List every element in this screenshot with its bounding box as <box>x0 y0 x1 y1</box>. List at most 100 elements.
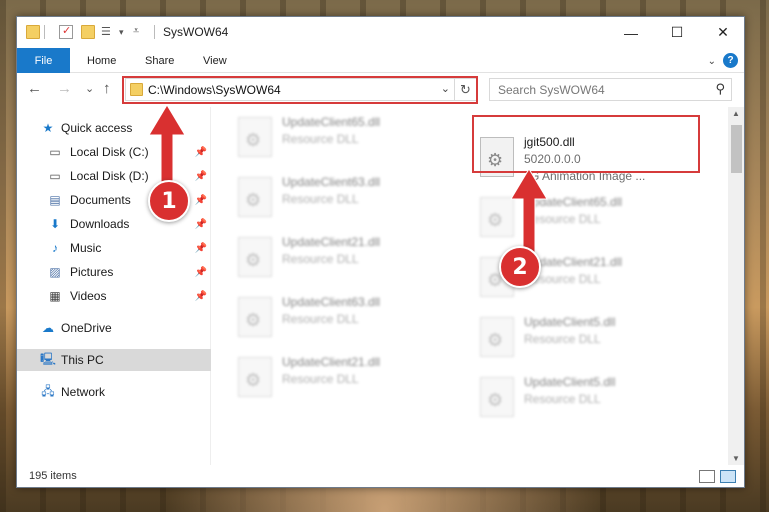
expand-ribbon-icon[interactable]: ⌄ <box>708 56 716 67</box>
tab-share[interactable]: Share <box>145 48 174 73</box>
pin-icon[interactable]: 📌 <box>195 147 207 158</box>
pin-icon[interactable]: 📌 <box>195 195 207 206</box>
sidebar-item-label: Videos <box>70 289 107 303</box>
dll-file-icon: ⚙ <box>238 357 272 397</box>
file-highlight-box <box>472 115 700 173</box>
picture-icon: ▨ <box>49 265 61 279</box>
vertical-scrollbar[interactable]: ▲ ▼ <box>728 107 744 465</box>
file-type: Resource DLL <box>282 372 359 386</box>
address-highlight-box <box>122 76 478 104</box>
sidebar-item-label: Local Disk (C:) <box>70 145 149 159</box>
pin-icon[interactable]: 📌 <box>195 171 207 182</box>
sidebar-item-label: Documents <box>70 193 131 207</box>
pin-icon[interactable]: 📌 <box>195 291 207 302</box>
file-name: UpdateClient63.dll <box>282 295 381 309</box>
file-name: UpdateClient21.dll <box>282 355 381 369</box>
maximize-button[interactable]: ☐ <box>654 17 700 48</box>
scroll-up-icon[interactable]: ▲ <box>732 109 740 118</box>
tab-home[interactable]: Home <box>87 48 116 73</box>
large-icons-view-icon[interactable] <box>720 470 736 483</box>
scroll-down-icon[interactable]: ▼ <box>732 454 740 463</box>
customize-toolbar-icon[interactable]: ☰ <box>101 25 115 39</box>
dll-file-icon: ⚙ <box>480 377 514 417</box>
file-type: Resource DLL <box>282 252 359 266</box>
tab-view[interactable]: View <box>203 48 227 73</box>
computer-icon: 🖳 <box>40 351 57 366</box>
file-type: Resource DLL <box>524 392 601 406</box>
sidebar-item-network[interactable]: 🖧 Network <box>17 381 211 403</box>
divider <box>154 25 155 39</box>
sidebar-item-label: Music <box>70 241 102 255</box>
sidebar-item-this-pc[interactable]: 🖳 This PC <box>17 349 211 371</box>
sidebar-item-label: Downloads <box>70 217 130 231</box>
sidebar-item-onedrive[interactable]: ☁ OneDrive <box>17 317 211 339</box>
pin-icon[interactable]: 📌 <box>195 267 207 278</box>
sidebar-item-label: Quick access <box>61 121 133 135</box>
star-icon: ★ <box>42 121 54 135</box>
file-type: Resource DLL <box>282 312 359 326</box>
list-item[interactable]: ⚙ UpdateClient5.dll Resource DLL <box>474 313 704 367</box>
sidebar-item-music[interactable]: ♪ Music 📌 <box>17 237 211 259</box>
title-bar: ✓ ☰ ▾ ⩡ SysWOW64 — ☐ ✕ <box>17 17 744 48</box>
sidebar-item-label: Local Disk (D:) <box>70 169 149 183</box>
help-icon[interactable]: ? <box>723 53 738 68</box>
folder-icon <box>26 25 40 39</box>
search-placeholder: Search SysWOW64 <box>498 83 605 97</box>
up-button[interactable]: ↑ <box>103 80 111 97</box>
list-item[interactable]: ⚙ UpdateClient65.dll Resource DLL <box>232 113 462 167</box>
tab-file[interactable]: File <box>17 48 70 73</box>
sidebar-item-label: OneDrive <box>61 321 112 335</box>
music-icon: ♪ <box>52 241 58 255</box>
sidebar-item-label: This PC <box>61 353 104 367</box>
list-item[interactable]: ⚙ UpdateClient5.dll Resource DLL <box>474 373 704 427</box>
status-bar: 195 items <box>17 465 744 487</box>
pin-icon[interactable]: 📌 <box>195 219 207 230</box>
list-item[interactable]: ⚙ UpdateClient63.dll Resource DLL <box>232 173 462 227</box>
close-button[interactable]: ✕ <box>700 17 744 48</box>
document-icon: ▤ <box>49 193 61 207</box>
download-icon: ⬇ <box>49 217 61 231</box>
file-name: UpdateClient21.dll <box>282 235 381 249</box>
annotation-marker-2: 2 <box>499 246 541 288</box>
item-count: 195 items <box>29 470 77 482</box>
minimize-button[interactable]: — <box>608 17 654 48</box>
search-icon[interactable]: ⚲ <box>715 81 725 97</box>
dll-file-icon: ⚙ <box>238 297 272 337</box>
pin-icon[interactable]: 📌 <box>195 243 207 254</box>
properties-icon[interactable]: ✓ <box>59 25 73 39</box>
quick-access-dropdown-icon[interactable]: ⩡ <box>133 25 147 39</box>
back-button[interactable]: ← <box>27 80 42 97</box>
chevron-down-icon[interactable]: ▾ <box>119 27 133 41</box>
file-type: Resource DLL <box>282 132 359 146</box>
dll-file-icon: ⚙ <box>480 317 514 357</box>
list-item[interactable]: ⚙ UpdateClient63.dll Resource DLL <box>232 293 462 347</box>
dll-file-icon: ⚙ <box>238 177 272 217</box>
sidebar-item-label: Pictures <box>70 265 114 279</box>
search-input[interactable]: Search SysWOW64 ⚲ <box>489 78 732 101</box>
file-name: UpdateClient65.dll <box>282 115 381 129</box>
drive-icon: ▭ <box>49 145 61 159</box>
list-item[interactable]: ⚙ UpdateClient21.dll Resource DLL <box>232 233 462 287</box>
file-name: UpdateClient5.dll <box>524 315 616 329</box>
recent-locations-button[interactable]: ⌄ <box>85 82 94 95</box>
forward-button[interactable]: → <box>57 80 72 97</box>
sidebar-item-label: Network <box>61 385 106 399</box>
new-folder-icon[interactable] <box>81 25 95 39</box>
ribbon-tabs: File Home Share View ⌄ ? <box>17 48 744 73</box>
scroll-thumb[interactable] <box>731 125 742 173</box>
file-type: Resource DLL <box>524 332 601 346</box>
details-view-icon[interactable] <box>699 470 715 483</box>
drive-icon: ▭ <box>49 169 61 183</box>
file-name: UpdateClient63.dll <box>282 175 381 189</box>
sidebar-item-pictures[interactable]: ▨ Pictures 📌 <box>17 261 211 283</box>
file-type: Resource DLL <box>282 192 359 206</box>
window-title: SysWOW64 <box>163 25 229 39</box>
sidebar-item-videos[interactable]: ▦ Videos 📌 <box>17 285 211 307</box>
network-icon: 🖧 <box>41 383 55 398</box>
annotation-marker-1: 1 <box>148 180 190 222</box>
divider <box>44 25 45 39</box>
list-item[interactable]: ⚙ UpdateClient21.dll Resource DLL <box>232 353 462 407</box>
file-explorer-window: ✓ ☰ ▾ ⩡ SysWOW64 — ☐ ✕ File Home Share V… <box>16 16 745 488</box>
cloud-icon: ☁ <box>42 321 54 335</box>
file-name: UpdateClient5.dll <box>524 375 616 389</box>
